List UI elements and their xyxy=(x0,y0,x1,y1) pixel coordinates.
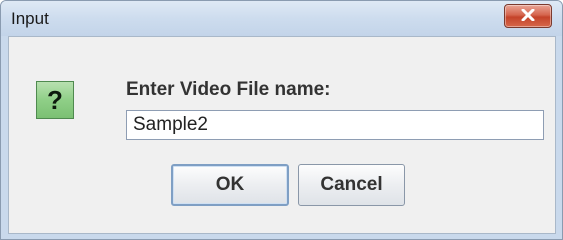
cancel-button[interactable]: Cancel xyxy=(298,164,405,206)
ok-button[interactable]: OK xyxy=(171,164,289,206)
question-glyph: ? xyxy=(47,85,63,115)
file-name-input[interactable] xyxy=(126,110,544,140)
prompt-label: Enter Video File name: xyxy=(126,79,331,100)
dialog-content: ? Enter Video File name: OK Cancel xyxy=(8,36,556,234)
question-icon: ? xyxy=(36,81,74,119)
window-title: Input xyxy=(11,9,49,28)
close-button[interactable] xyxy=(504,4,552,28)
title-bar[interactable]: Input xyxy=(1,1,562,36)
input-dialog-window: Input ? Enter Video File name: OK Cancel xyxy=(0,0,563,240)
close-x-icon xyxy=(521,9,535,21)
